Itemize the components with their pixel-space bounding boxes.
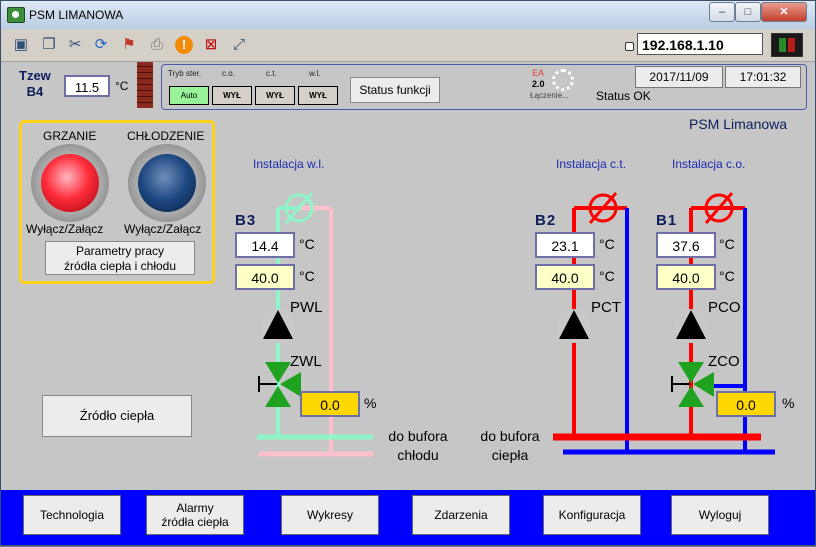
wl-current-temp: 14.4 bbox=[235, 232, 295, 258]
nav-alarms-button[interactable]: Alarmy źródła ciepła bbox=[146, 495, 244, 535]
wl-installation-title: Instalacja w.l. bbox=[253, 157, 325, 171]
cold-buffer-label: do bufora chłodu bbox=[381, 427, 455, 465]
heat-buffer-line2: ciepła bbox=[491, 447, 529, 463]
nav-charts-button[interactable]: Wykresy bbox=[281, 495, 379, 535]
ct-current-temp: 23.1 bbox=[535, 232, 595, 258]
co-sensor-name: B1 bbox=[656, 212, 678, 229]
co-valve-label: ZCO bbox=[708, 353, 740, 370]
nav-logout-button[interactable]: Wyloguj bbox=[671, 495, 769, 535]
wl-valve-percent[interactable]: 0.0 bbox=[300, 391, 360, 417]
app-window: PSM LIMANOWA – □ ✕ ▣ ❐ ✂ ⟳ ⚑ ⎙ ! ⊠ ⤢ 192… bbox=[0, 0, 816, 546]
ct-setpoint[interactable]: 40.0 bbox=[535, 264, 595, 290]
wl-valve-label: ZWL bbox=[290, 353, 322, 370]
nav-events-button[interactable]: Zdarzenia bbox=[412, 495, 510, 535]
wl-setpoint-unit: °C bbox=[299, 268, 315, 284]
co-installation-title: Instalacja c.o. bbox=[672, 157, 746, 171]
nav-alarms-line1: Alarmy bbox=[176, 501, 214, 515]
co-percent-unit: % bbox=[782, 395, 795, 411]
co-setpoint[interactable]: 40.0 bbox=[656, 264, 716, 290]
wl-setpoint[interactable]: 40.0 bbox=[235, 264, 295, 290]
co-current-temp: 37.6 bbox=[656, 232, 716, 258]
co-pump-label: PCO bbox=[708, 299, 741, 316]
ct-sensor-name: B2 bbox=[535, 212, 557, 229]
nav-technology-button[interactable]: Technologia bbox=[23, 495, 121, 535]
bottom-nav-bar: Technologia Alarmy źródła ciepła Wykresy… bbox=[1, 490, 815, 545]
wl-percent-unit: % bbox=[364, 395, 377, 411]
nav-alarms-line2: źródła ciepła bbox=[161, 515, 229, 529]
wl-current-unit: °C bbox=[299, 236, 315, 252]
heat-buffer-line1: do bufora bbox=[480, 428, 540, 444]
nav-config-button[interactable]: Konfiguracja bbox=[543, 495, 641, 535]
cold-buffer-line1: do bufora bbox=[388, 428, 448, 444]
ct-pump-label: PCT bbox=[591, 299, 621, 316]
wl-pump-label: PWL bbox=[290, 299, 323, 316]
ct-current-unit: °C bbox=[599, 236, 615, 252]
cold-buffer-line2: chłodu bbox=[397, 447, 439, 463]
ct-installation-title: Instalacja c.t. bbox=[556, 157, 627, 171]
ct-setpoint-unit: °C bbox=[599, 268, 615, 284]
co-valve-percent[interactable]: 0.0 bbox=[716, 391, 776, 417]
co-current-unit: °C bbox=[719, 236, 735, 252]
co-setpoint-unit: °C bbox=[719, 268, 735, 284]
wl-sensor-name: B3 bbox=[235, 212, 257, 229]
heat-buffer-label: do bufora ciepła bbox=[473, 427, 547, 465]
